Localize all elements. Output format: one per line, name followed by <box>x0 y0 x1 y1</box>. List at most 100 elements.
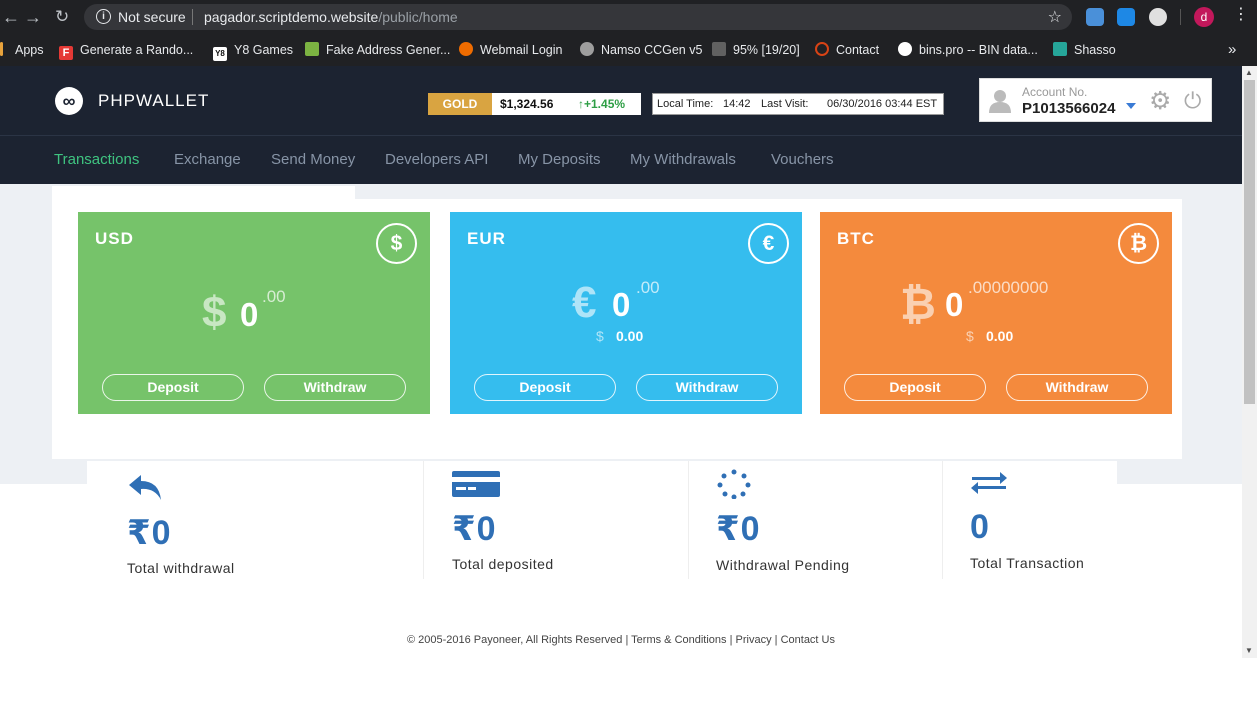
account-label: Account No. <box>1022 85 1088 99</box>
gold-ticker: GOLD $1,324.56 ↑+1.45% <box>428 93 641 115</box>
usd-equivalent-value: 0.00 <box>986 328 1014 344</box>
usd-equivalent-symbol: $ <box>596 328 604 344</box>
bookmark-label: 95% [19/20] <box>733 43 800 57</box>
back-icon[interactable]: ← <box>2 8 20 26</box>
gear-icon[interactable]: ⚙ <box>1149 88 1171 114</box>
gamepad-icon <box>712 42 726 56</box>
scroll-up-icon[interactable]: ▲ <box>1245 68 1253 77</box>
account-number: P1013566024 <box>1022 100 1116 117</box>
url-host: pagador.scriptdemo.website <box>204 9 379 25</box>
bookmark-star-icon[interactable]: ☆ <box>1048 7 1062 27</box>
cpanel-icon <box>459 42 473 56</box>
bookmark-webmail[interactable]: Webmail Login <box>459 42 562 58</box>
footer-separator: | <box>729 634 733 646</box>
wallet-symbol: ₿ <box>900 280 936 329</box>
scrollbar[interactable]: ▲ ▼ <box>1242 66 1257 658</box>
last-visit-label: Last Visit: <box>761 98 809 110</box>
bitcoin-icon: ₿ <box>1118 223 1159 264</box>
bookmark-bins[interactable]: bins.pro -- BIN data... <box>898 42 1038 58</box>
withdraw-button[interactable]: Withdraw <box>1006 374 1148 401</box>
local-time-label: Local Time: <box>657 98 714 110</box>
credit-card-icon <box>452 471 500 497</box>
bookmarks-overflow-icon[interactable]: » <box>1228 42 1236 58</box>
gold-change: ↑+1.45% <box>578 97 625 111</box>
stat-total-transaction: 0 Total Transaction <box>942 461 1117 579</box>
stat-label: Total withdrawal <box>127 560 235 576</box>
map-pin-icon <box>305 42 319 56</box>
usd-wallet-card: USD $ $ 0 .00 Deposit Withdraw <box>78 212 430 414</box>
profile-avatar[interactable]: d <box>1194 7 1214 27</box>
deposit-button[interactable]: Deposit <box>102 374 244 401</box>
nav-vouchers[interactable]: Vouchers <box>771 151 834 168</box>
main-nav: Transactions Exchange Send Money Develop… <box>0 135 1242 184</box>
shasso-icon <box>1053 42 1067 56</box>
scroll-down-icon[interactable]: ▼ <box>1245 646 1253 655</box>
nav-send-money[interactable]: Send Money <box>271 151 355 168</box>
bookmark-label: Webmail Login <box>480 43 563 57</box>
gold-change-value: +1.45% <box>584 97 626 111</box>
messenger-icon[interactable] <box>1117 8 1135 26</box>
wallet-symbol: $ <box>202 288 227 337</box>
footer-separator: | <box>774 634 778 646</box>
exchange-arrows-icon <box>971 472 1007 494</box>
logo-text[interactable]: PHPWALLET <box>98 91 209 111</box>
bookmark-shasso[interactable]: Shasso <box>1053 42 1116 58</box>
security-label: Not secure <box>118 9 186 25</box>
globe-icon <box>898 42 912 56</box>
stat-value: ₹0 <box>127 514 172 552</box>
account-box: Account No. P1013566024 ⚙ ⏻ <box>979 78 1212 122</box>
bookmark-label: Generate a Rando... <box>80 43 194 57</box>
withdraw-button[interactable]: Withdraw <box>636 374 778 401</box>
deposit-button[interactable]: Deposit <box>844 374 986 401</box>
terms-link[interactable]: Terms & Conditions <box>631 634 726 646</box>
toolbar-divider <box>1180 9 1181 25</box>
copyright-text: © 2005-2016 Payoneer, All Rights Reserve… <box>406 634 629 646</box>
bookmark-95[interactable]: 95% [19/20] <box>712 42 800 58</box>
omnibox-divider <box>192 9 193 25</box>
usd-equivalent-symbol: $ <box>966 328 974 344</box>
infinity-logo-icon[interactable]: ∞ <box>55 87 83 115</box>
site-header: ∞ PHPWALLET GOLD $1,324.56 ↑+1.45% Local… <box>0 66 1242 135</box>
url-text[interactable]: pagador.scriptdemo.website/public/home <box>204 9 458 25</box>
address-bar[interactable]: i Not secure pagador.scriptdemo.website/… <box>84 4 1072 30</box>
bookmark-label: Y8 Games <box>234 43 294 57</box>
stat-label: Total deposited <box>452 556 554 572</box>
nav-my-deposits[interactable]: My Deposits <box>518 151 601 168</box>
nav-exchange[interactable]: Exchange <box>174 151 241 168</box>
last-visit-value: 06/30/2016 03:44 EST <box>827 98 938 110</box>
nav-transactions[interactable]: Transactions <box>54 151 139 168</box>
extension-icon[interactable] <box>1086 8 1104 26</box>
bookmark-generate[interactable]: F Generate a Rando... <box>59 42 194 60</box>
menu-kebab-icon[interactable]: ⋮ <box>1233 6 1249 24</box>
usd-equivalent-value: 0.00 <box>616 328 644 344</box>
account-dropdown-icon[interactable] <box>1126 103 1136 109</box>
bookmark-namso[interactable]: Namso CCGen v5 <box>580 42 702 58</box>
stat-value: ₹0 <box>452 510 497 548</box>
bookmark-fake-address[interactable]: Fake Address Gener... <box>305 42 450 58</box>
stats-row: ₹0 Total withdrawal ₹0 Total deposited ₹… <box>87 461 1117 593</box>
wallet-currency: BTC <box>837 229 875 248</box>
nav-developers-api[interactable]: Developers API <box>385 151 488 168</box>
forward-icon[interactable]: → <box>24 8 42 26</box>
block-icon[interactable] <box>1149 8 1167 26</box>
infinity-icon <box>815 42 829 56</box>
eur-wallet-card: EUR € € 0 .00 $ 0.00 Deposit Withdraw <box>450 212 802 414</box>
bookmark-apps[interactable]: Apps <box>15 42 44 58</box>
withdraw-button[interactable]: Withdraw <box>264 374 406 401</box>
bookmark-contact[interactable]: Contact <box>815 42 879 58</box>
wallet-decimals: .00000000 <box>968 278 1049 297</box>
power-icon[interactable]: ⏻ <box>1184 88 1201 114</box>
privacy-link[interactable]: Privacy <box>736 634 772 646</box>
reload-icon[interactable]: ↻ <box>55 8 69 26</box>
deposit-button[interactable]: Deposit <box>474 374 616 401</box>
wallet-symbol: € <box>572 278 597 327</box>
bookmark-y8[interactable]: Y8 Y8 Games <box>213 42 294 61</box>
info-icon[interactable]: i <box>96 9 111 24</box>
stat-divider <box>942 461 943 579</box>
scrollbar-thumb[interactable] <box>1244 80 1255 404</box>
user-avatar-icon <box>989 90 1011 113</box>
namso-icon <box>580 42 594 56</box>
contact-link[interactable]: Contact Us <box>781 634 835 646</box>
nav-my-withdrawals[interactable]: My Withdrawals <box>630 151 736 168</box>
wallet-decimals: .00 <box>262 287 286 306</box>
